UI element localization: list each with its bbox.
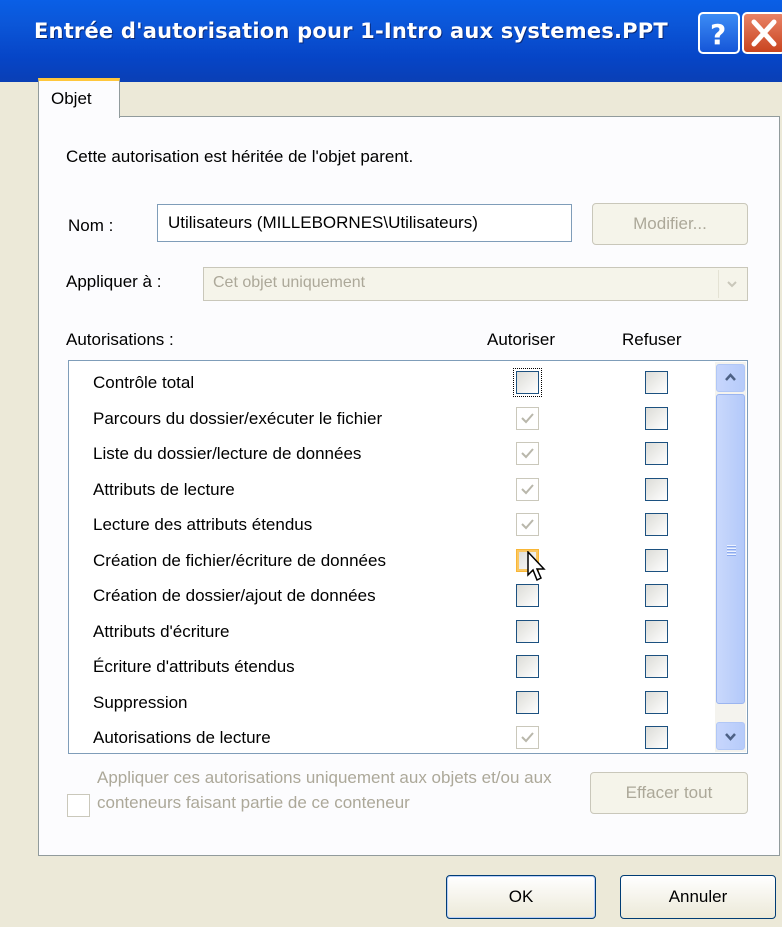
name-label: Nom : xyxy=(68,216,114,235)
close-button[interactable] xyxy=(742,12,782,54)
deny-checkbox[interactable] xyxy=(645,655,668,678)
deny-checkbox[interactable] xyxy=(645,619,668,643)
permission-label: Attributs d'écriture xyxy=(93,621,230,641)
cancel-button[interactable]: Annuler xyxy=(620,875,776,919)
question-mark-icon: ? xyxy=(710,18,726,51)
checkmark-icon xyxy=(521,412,534,423)
chevron-up-icon xyxy=(725,373,736,381)
permissions-header: Autorisations : xyxy=(66,330,174,349)
checkmark-icon xyxy=(521,519,534,530)
permission-label: Lecture des attributs étendus xyxy=(93,515,313,534)
apply-only-label: Appliquer ces autorisations uniquement a… xyxy=(97,768,552,812)
modify-button[interactable]: Modifier... xyxy=(592,203,748,245)
scrollbar[interactable] xyxy=(715,362,746,752)
allow-column-header: Autoriser xyxy=(487,330,556,349)
permission-label: Attributs de lecture xyxy=(93,479,235,499)
permission-row: Création de fichier/écriture de données xyxy=(69,543,709,581)
allow-checkbox[interactable] xyxy=(516,442,539,465)
permission-label: Liste du dossier/lecture de données xyxy=(93,444,362,463)
deny-checkbox[interactable] xyxy=(645,442,668,465)
deny-checkbox[interactable] xyxy=(645,690,668,714)
tab-label: Objet xyxy=(51,89,92,108)
permission-row: Suppression xyxy=(69,685,709,720)
help-button[interactable]: ? xyxy=(698,12,740,54)
svg-text:?: ? xyxy=(710,18,726,51)
permission-row: Création de dossier/ajout de données xyxy=(69,578,709,613)
close-icon xyxy=(751,19,777,47)
allow-checkbox[interactable] xyxy=(516,477,539,501)
permission-row: Attributs de lecture xyxy=(69,472,709,507)
permission-label: Autorisations de lecture xyxy=(93,728,271,747)
apply-only-checkbox[interactable] xyxy=(67,794,90,817)
permission-row: Attributs d'écriture xyxy=(69,614,709,649)
title-bar[interactable]: Entrée d'autorisation pour 1-Intro aux s… xyxy=(0,0,782,82)
tab-objet[interactable]: Objet xyxy=(38,78,120,118)
permission-label: Création de dossier/ajout de données xyxy=(93,586,376,605)
checkmark-icon xyxy=(521,448,534,459)
allow-checkbox[interactable] xyxy=(516,655,539,678)
permission-label: Contrôle total xyxy=(93,373,195,392)
permission-row: Écriture d'attributs étendus xyxy=(69,649,709,684)
clear-all-button[interactable]: Effacer tout xyxy=(590,772,748,814)
deny-checkbox[interactable] xyxy=(645,477,668,501)
allow-checkbox[interactable] xyxy=(516,690,539,714)
permission-row: Parcours du dossier/exécuter le fichier xyxy=(69,401,709,436)
deny-checkbox[interactable] xyxy=(645,406,668,430)
permission-row: Contrôle total xyxy=(69,365,709,400)
name-field[interactable]: Utilisateurs (MILLEBORNES\Utilisateurs) xyxy=(157,204,572,242)
allow-checkbox[interactable] xyxy=(516,619,539,643)
scroll-down-button[interactable] xyxy=(716,722,745,750)
checkmark-icon xyxy=(521,483,534,494)
apply-to-dropdown[interactable]: Cet objet uniquement xyxy=(203,267,748,301)
permission-row: Liste du dossier/lecture de données xyxy=(69,436,709,471)
ok-button[interactable]: OK xyxy=(446,875,596,919)
grip-icon xyxy=(727,545,736,557)
permission-row: Autorisations de lecture xyxy=(69,720,709,753)
deny-checkbox[interactable] xyxy=(645,371,668,394)
permission-label: Suppression xyxy=(93,692,188,712)
allow-checkbox[interactable] xyxy=(516,726,539,749)
checkmark-icon xyxy=(521,732,534,743)
permission-row: Lecture des attributs étendus xyxy=(69,507,709,542)
name-value: Utilisateurs (MILLEBORNES\Utilisateurs) xyxy=(168,213,478,232)
allow-checkbox[interactable] xyxy=(516,584,539,607)
apply-to-label: Appliquer à : xyxy=(66,272,162,291)
scroll-up-button[interactable] xyxy=(716,364,745,392)
allow-checkbox[interactable] xyxy=(516,513,539,536)
deny-checkbox[interactable] xyxy=(645,584,668,607)
window-title: Entrée d'autorisation pour 1-Intro aux s… xyxy=(34,19,668,43)
inheritance-info: Cette autorisation est héritée de l'obje… xyxy=(66,147,414,166)
scroll-thumb[interactable] xyxy=(716,394,745,704)
allow-checkbox[interactable] xyxy=(516,406,539,430)
apply-to-value: Cet objet uniquement xyxy=(213,274,366,291)
permissions-list[interactable]: Contrôle total Parcours du dossier/exécut… xyxy=(68,360,748,754)
dropdown-arrow-button[interactable] xyxy=(718,270,745,298)
allow-checkbox[interactable] xyxy=(513,368,542,397)
deny-checkbox[interactable] xyxy=(645,548,668,572)
deny-checkbox[interactable] xyxy=(645,513,668,536)
permission-label: Création de fichier/écriture de données xyxy=(93,550,386,570)
chevron-down-icon xyxy=(725,733,736,741)
deny-checkbox[interactable] xyxy=(645,726,668,749)
permission-label: Parcours du dossier/exécuter le fichier xyxy=(93,408,383,428)
deny-column-header: Refuser xyxy=(622,330,682,349)
permission-label: Écriture d'attributs étendus xyxy=(93,657,295,676)
chevron-down-icon xyxy=(727,281,737,288)
